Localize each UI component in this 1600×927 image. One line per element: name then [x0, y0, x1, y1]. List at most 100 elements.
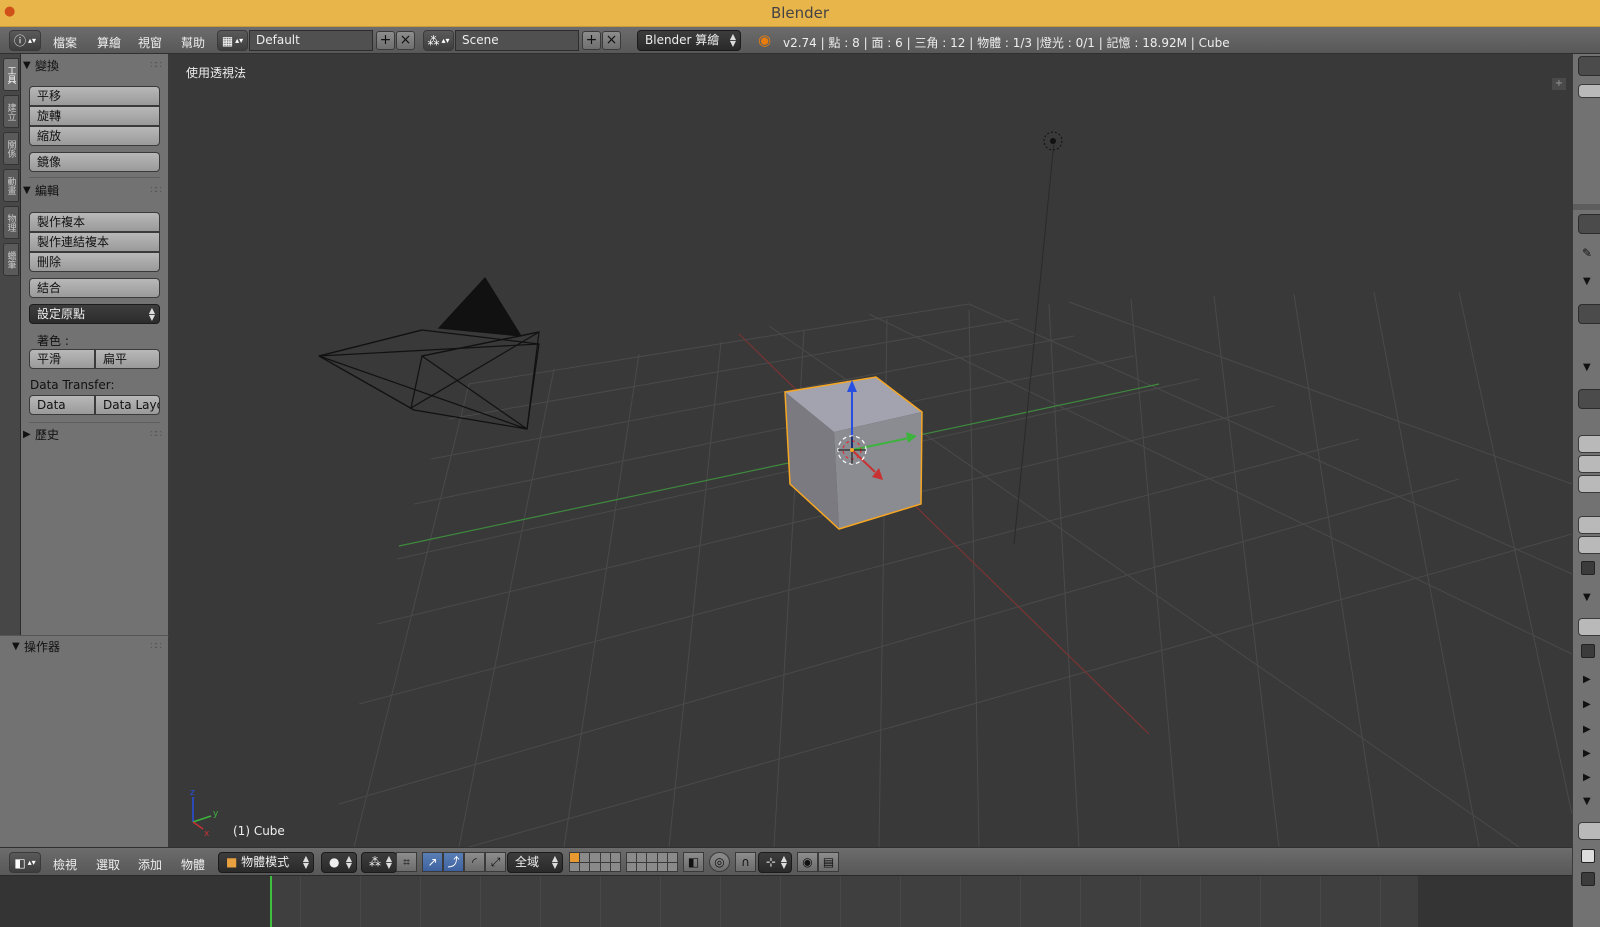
- transform-orientation-dropdown[interactable]: 全域 ▲ ▼: [507, 852, 563, 873]
- collapsed-triangle-icon[interactable]: ▼: [1583, 276, 1591, 287]
- duplicate-button[interactable]: 製作複本: [29, 212, 160, 232]
- arc-manipulator-button[interactable]: ◜: [464, 852, 485, 872]
- mirror-button[interactable]: 鏡像: [29, 152, 160, 172]
- shade-flat-button[interactable]: 扁平: [95, 349, 160, 369]
- editor-type-3dview-button[interactable]: ◧ ▴▾: [9, 852, 41, 873]
- scene-name-field[interactable]: Scene: [455, 30, 579, 51]
- expanded-triangle-icon[interactable]: ▼: [1583, 362, 1591, 373]
- layout-name-field[interactable]: Default: [249, 30, 373, 51]
- editor-type-info-button[interactable]: ⓘ ▴▾: [9, 30, 41, 51]
- tab-grease-pencil[interactable]: 蠟筆: [3, 243, 19, 276]
- remove-scene-button[interactable]: ×: [602, 31, 621, 50]
- collapsed-triangle-icon[interactable]: ▶: [1583, 699, 1591, 710]
- render-engine-dropdown[interactable]: Blender 算繪 ▲ ▼: [637, 30, 741, 51]
- translate-button[interactable]: 平移: [29, 86, 160, 106]
- layout-selector-button[interactable]: ▦ ▴▾: [217, 30, 248, 51]
- antialias-checkbox[interactable]: [1581, 644, 1595, 658]
- menu-render[interactable]: 算繪: [97, 34, 121, 51]
- drag-grip-icon[interactable]: ∷∷: [150, 55, 162, 77]
- delete-button[interactable]: 刪除: [29, 252, 160, 272]
- data-transfer-button[interactable]: Data: [29, 395, 95, 415]
- resolution-percent-field[interactable]: [1578, 475, 1600, 493]
- antialias-field[interactable]: [1578, 618, 1600, 636]
- join-button[interactable]: 結合: [29, 278, 160, 298]
- menu-add[interactable]: 添加: [138, 856, 162, 873]
- add-scene-button[interactable]: +: [582, 31, 601, 50]
- 3d-viewport[interactable]: z y x 使用透視法 (1) Cube +: [169, 54, 1572, 847]
- outliner-row[interactable]: [1578, 84, 1600, 98]
- tab-create[interactable]: 建立: [3, 95, 19, 128]
- menu-select[interactable]: 選取: [96, 856, 120, 873]
- panel-header-edit[interactable]: ▼ 編輯 ∷∷: [21, 180, 169, 202]
- drag-grip-icon[interactable]: ∷∷: [150, 636, 162, 658]
- overwrite-checkbox[interactable]: [1581, 849, 1595, 863]
- render-icon[interactable]: [1578, 304, 1600, 324]
- translate-manipulator-button[interactable]: ↗: [422, 852, 443, 872]
- lock-layers-button[interactable]: ◧: [683, 852, 704, 872]
- aspect-x-field[interactable]: [1578, 516, 1600, 534]
- pin-icon[interactable]: ✎: [1582, 246, 1592, 260]
- aspect-y-field[interactable]: [1578, 536, 1600, 554]
- expanded-triangle-icon[interactable]: ▼: [1583, 592, 1591, 603]
- outliner-editor-button[interactable]: [1578, 56, 1600, 76]
- properties-toggle-icon[interactable]: +: [1552, 78, 1566, 90]
- scene-selector-button[interactable]: ⁂ ▴▾: [423, 30, 454, 51]
- remove-layout-button[interactable]: ×: [396, 31, 415, 50]
- menu-file[interactable]: 檔案: [53, 34, 77, 51]
- rotate-manipulator-button[interactable]: ⤴: [443, 852, 464, 872]
- proportional-editing-button[interactable]: ◎: [709, 852, 730, 872]
- timeline-editor[interactable]: [0, 875, 1572, 927]
- scale-button[interactable]: 縮放: [29, 126, 160, 146]
- data-layout-transfer-button[interactable]: Data Layo: [95, 395, 160, 415]
- set-origin-dropdown[interactable]: 設定原點 ▲ ▼: [29, 304, 160, 324]
- timeline-grid: [660, 876, 661, 927]
- pivot-icon: ⁂: [369, 855, 381, 869]
- panel-title-operator: 操作器: [24, 640, 61, 654]
- pivot-point-dropdown[interactable]: ⁂ ▲ ▼: [361, 852, 397, 873]
- expanded-triangle-icon[interactable]: ▼: [1583, 796, 1591, 807]
- menu-view[interactable]: 檢視: [53, 856, 77, 873]
- shade-smooth-button[interactable]: 平滑: [29, 349, 95, 369]
- drag-grip-icon[interactable]: ∷∷: [150, 424, 162, 446]
- add-layout-button[interactable]: +: [376, 31, 395, 50]
- interaction-mode-label: 物體模式: [241, 855, 290, 869]
- output-path-field[interactable]: [1578, 822, 1600, 840]
- timeline-grid: [840, 876, 841, 927]
- panel-header-transform[interactable]: ▼ 變換 ∷∷: [21, 55, 169, 77]
- drag-grip-icon[interactable]: ∷∷: [150, 180, 162, 202]
- placeholders-checkbox[interactable]: [1581, 872, 1595, 886]
- border-checkbox[interactable]: [1581, 561, 1595, 575]
- snap-element-dropdown[interactable]: ⊹ ▲ ▼: [758, 852, 792, 873]
- area-separator[interactable]: [1573, 204, 1600, 210]
- collapsed-triangle-icon[interactable]: ▶: [1583, 772, 1591, 783]
- resolution-y-field[interactable]: [1578, 455, 1600, 473]
- tab-physics[interactable]: 物理: [3, 206, 19, 239]
- manipulator-toggle-button[interactable]: ⌗: [396, 852, 417, 872]
- collapsed-triangle-icon[interactable]: ▶: [1583, 724, 1591, 735]
- collapsed-triangle-icon[interactable]: ▶: [1583, 748, 1591, 759]
- clapperboard-icon: ▤: [822, 855, 835, 869]
- interaction-mode-dropdown[interactable]: ■ 物體模式 ▲ ▼: [218, 852, 314, 873]
- panel-header-history[interactable]: ▶ 歷史 ∷∷: [21, 424, 169, 446]
- resolution-x-field[interactable]: [1578, 435, 1600, 453]
- rotate-button[interactable]: 旋轉: [29, 106, 160, 126]
- layers-grid-b[interactable]: [626, 852, 678, 872]
- current-frame-cursor[interactable]: [270, 876, 272, 927]
- render-preset-button[interactable]: [1578, 389, 1600, 409]
- menu-object[interactable]: 物體: [181, 856, 205, 873]
- snap-toggle-button[interactable]: ∩: [735, 852, 756, 872]
- render-animation-button[interactable]: ▤: [818, 852, 839, 872]
- collapsed-triangle-icon[interactable]: ▶: [1583, 674, 1591, 685]
- menu-help[interactable]: 幫助: [181, 34, 205, 51]
- layers-grid-a[interactable]: [569, 852, 621, 872]
- tab-relations[interactable]: 關係: [3, 132, 19, 165]
- render-opengl-button[interactable]: ◉: [797, 852, 818, 872]
- scale-manipulator-button[interactable]: ⤢: [485, 852, 506, 872]
- menu-window[interactable]: 視窗: [138, 34, 162, 51]
- properties-editor-button[interactable]: [1578, 214, 1600, 234]
- duplicate-linked-button[interactable]: 製作連結複本: [29, 232, 160, 252]
- panel-header-operator[interactable]: ▼ 操作器 ∷∷: [0, 636, 169, 658]
- tab-tools[interactable]: 工具: [3, 58, 19, 91]
- tab-animation[interactable]: 動畫: [3, 169, 19, 202]
- viewport-shading-dropdown[interactable]: ● ▲ ▼: [321, 852, 357, 873]
